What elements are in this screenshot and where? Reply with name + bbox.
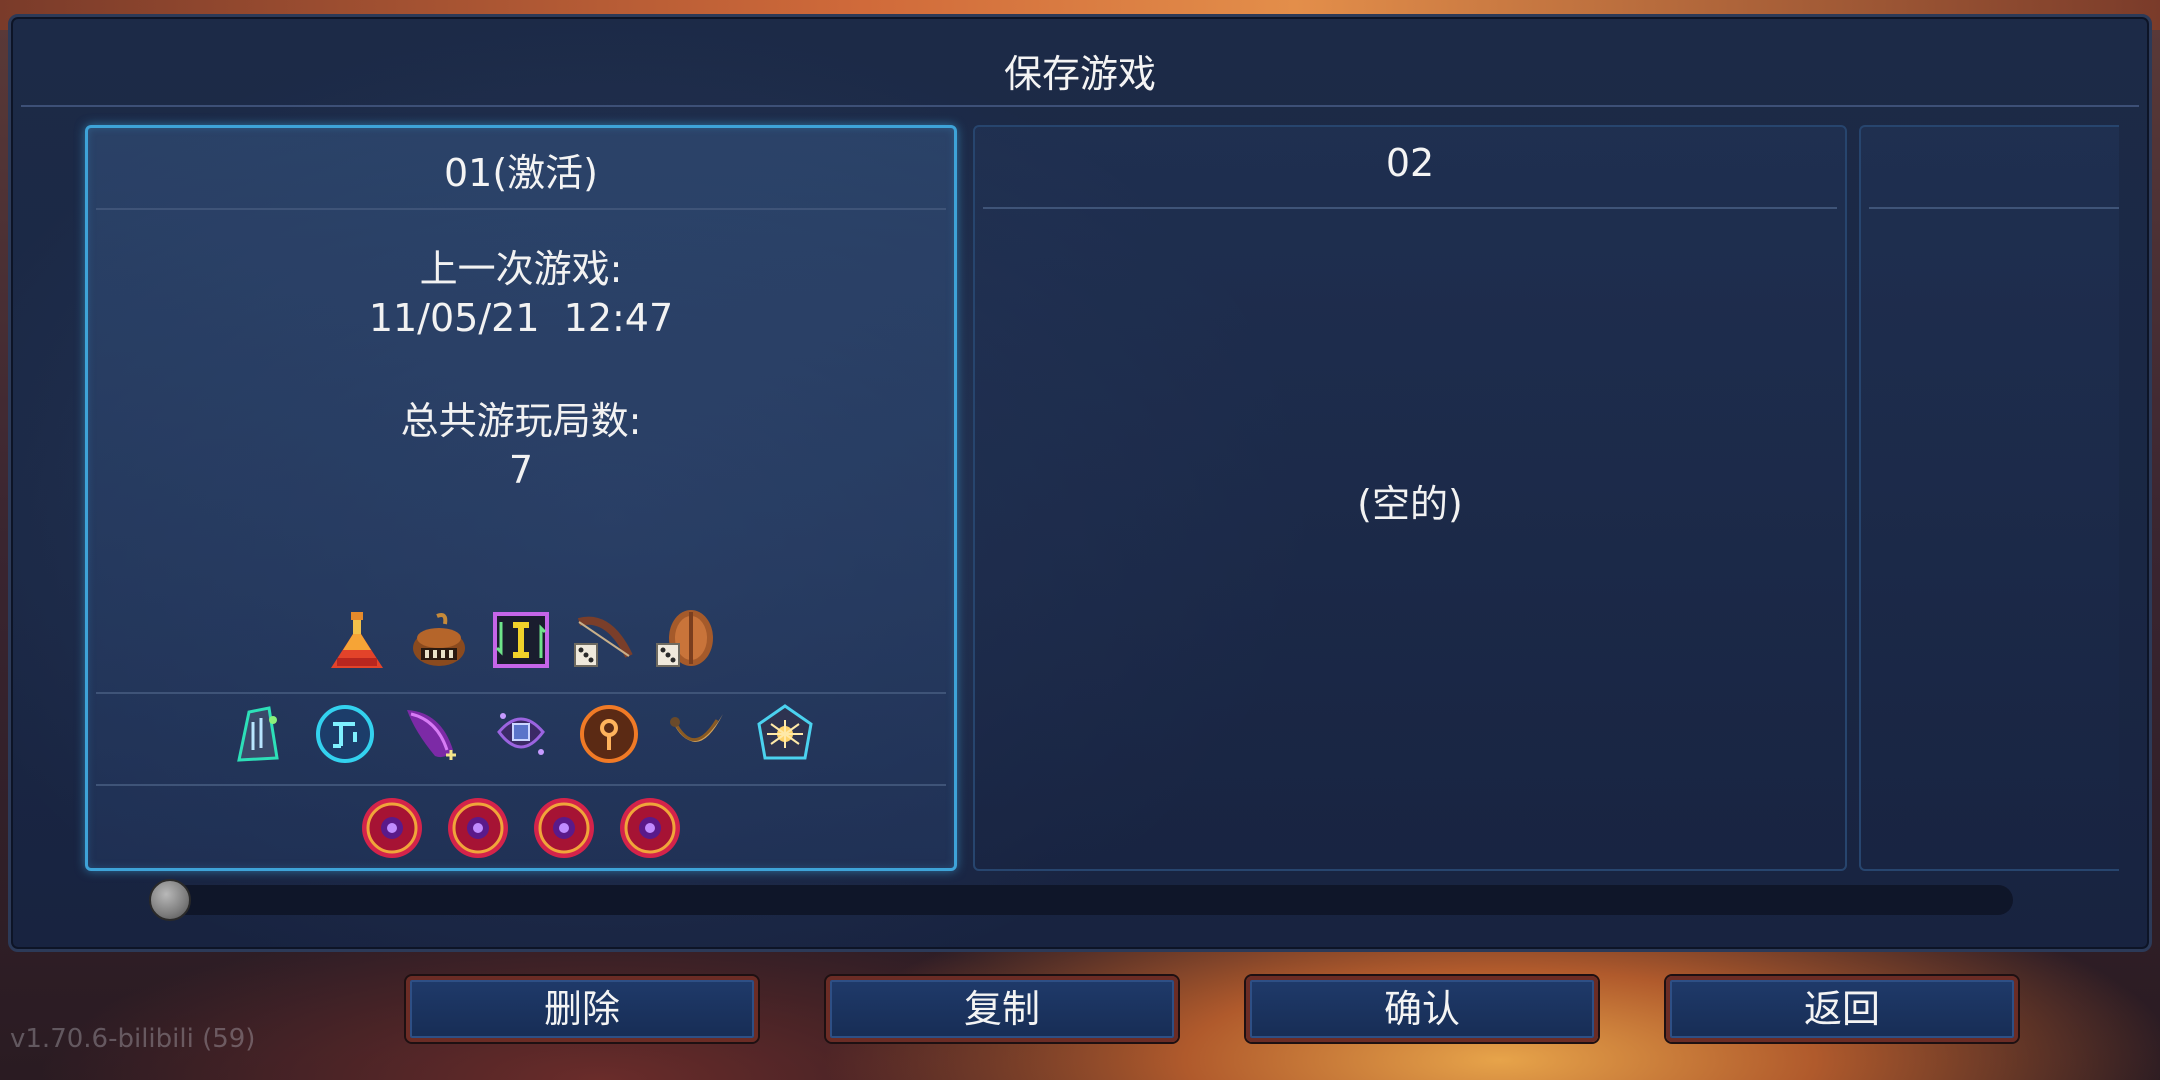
title-divider [21, 105, 2139, 107]
slot-header: 01(激活) [443, 151, 598, 195]
last-played-value: 11/05/21 12:47 [368, 296, 674, 340]
save-game-dialog: 保存游戏 01(激活) 上一次游戏: 11/05/21 12:47 总共游玩局数… [8, 14, 2152, 952]
save-slot-01[interactable]: 01(激活) 上一次游戏: 11/05/21 12:47 总共游玩局数: 7 [85, 125, 957, 871]
save-slot-02[interactable]: 02 (空的) [973, 125, 1847, 871]
boss-cell-icon [534, 798, 594, 858]
purple-amulet-icon [497, 713, 545, 755]
orange-key-rune-icon [580, 705, 638, 763]
total-runs-value: 7 [508, 448, 534, 492]
confirm-button[interactable]: 确认 [1246, 976, 1598, 1042]
last-played-label: 上一次游戏: [419, 247, 623, 291]
bomb-barrel-icon [413, 613, 465, 666]
slots-scrollbar[interactable] [149, 879, 2013, 921]
slot-header: 02 [1385, 141, 1435, 185]
scrollbar-thumb[interactable] [149, 879, 191, 921]
item-icons-row [88, 608, 954, 672]
delete-button[interactable]: 删除 [406, 976, 758, 1042]
mutation-icons-row [88, 702, 954, 766]
items-divider [96, 692, 946, 694]
purple-feather-icon [407, 710, 456, 760]
boss-cells-row [88, 796, 954, 860]
blue-teleport-rune-icon [316, 705, 374, 763]
swap-rune-icon [493, 612, 549, 668]
boss-cell-icon [362, 798, 422, 858]
slot-header-divider [1869, 207, 2119, 209]
boss-cell-icon [448, 798, 508, 858]
version-label: v1.70.6-bilibili (59) [10, 1024, 256, 1054]
total-runs-label: 总共游玩局数: [400, 399, 642, 443]
empty-slot-text: (空的) [1357, 482, 1463, 526]
slot-header-divider [96, 208, 946, 210]
slot-header-divider [983, 207, 1837, 209]
mutations-divider [96, 784, 946, 786]
bow-dice-icon [574, 616, 633, 667]
back-button[interactable]: 返回 [1666, 976, 2018, 1042]
horn-icon [670, 714, 723, 742]
boss-cell-icon [620, 798, 680, 858]
shield-dice-icon [656, 610, 713, 667]
copy-button[interactable]: 复制 [826, 976, 1178, 1042]
save-slot-03[interactable] [1859, 125, 2119, 871]
spider-rune-icon [757, 704, 813, 760]
dialog-title: 保存游戏 [1003, 52, 1156, 96]
potion-flask-icon [331, 612, 383, 668]
green-mutation-icon [237, 706, 279, 762]
